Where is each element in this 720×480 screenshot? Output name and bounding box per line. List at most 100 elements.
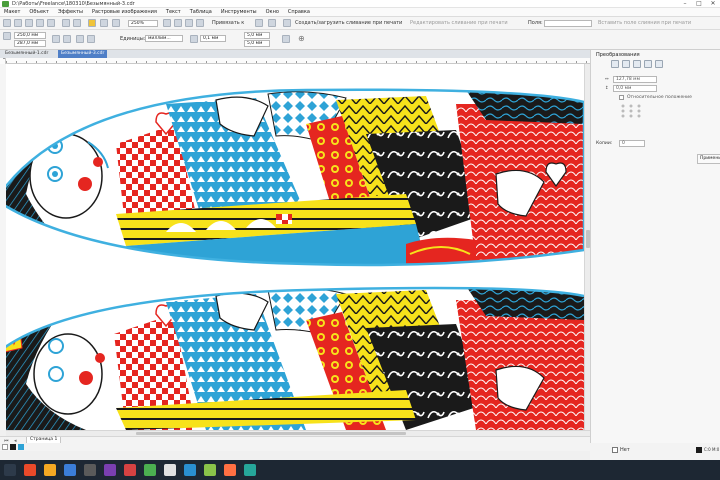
launch-icon[interactable] — [268, 19, 276, 27]
fields-dropdown[interactable] — [544, 20, 592, 27]
tab-document-1[interactable]: Безымянный-1.cdr — [2, 50, 52, 58]
edit-print-merge-button[interactable]: Редактировать сливание при печати — [410, 20, 508, 26]
status-bar: Нет C:0 M:0 — [590, 443, 720, 460]
fill-swatch-icon — [612, 447, 618, 453]
menu-window[interactable]: Окно — [266, 9, 279, 15]
add-icon[interactable]: ⊕ — [298, 35, 306, 43]
skew-icon[interactable] — [655, 60, 663, 68]
color-palette[interactable] — [0, 443, 590, 451]
nudge-distance-field[interactable]: 0,1 мм — [200, 35, 226, 42]
menu-text[interactable]: Текст — [166, 9, 181, 15]
undo-icon[interactable] — [36, 19, 44, 27]
rulers-icon[interactable] — [174, 19, 182, 27]
menu-help[interactable]: Справка — [288, 9, 310, 15]
fill-status: Нет — [620, 447, 630, 453]
rotate-icon[interactable] — [622, 60, 630, 68]
paper-type-icon[interactable] — [3, 32, 11, 40]
copies-field[interactable]: 0 — [619, 140, 645, 147]
surfboard-design-top[interactable] — [6, 84, 584, 274]
taskbar-app-12-icon[interactable] — [244, 464, 256, 476]
print-merge-icon[interactable] — [283, 19, 291, 27]
insert-merge-field-button[interactable]: Вставить поле слияния при печати — [598, 20, 691, 26]
zoom-level-field[interactable]: 250% — [128, 20, 158, 27]
taskbar-app-7-icon[interactable] — [144, 464, 156, 476]
y-position-field[interactable]: 0,0 мм — [613, 85, 657, 92]
taskbar-app-2-icon[interactable] — [44, 464, 56, 476]
landscape-icon[interactable] — [63, 35, 71, 43]
options-icon[interactable] — [255, 19, 263, 27]
surfboard-design-bottom[interactable] — [6, 284, 584, 430]
transform-mode-icons — [611, 60, 663, 69]
taskbar-app-3-icon[interactable] — [64, 464, 76, 476]
start-icon[interactable] — [4, 464, 16, 476]
duplicate-x-field[interactable]: 5,0 мм — [244, 32, 270, 39]
artwork[interactable] — [6, 64, 584, 430]
export-icon[interactable] — [73, 19, 81, 27]
swatch-none[interactable] — [2, 444, 8, 450]
property-bar: 250,0 мм 287,0 мм Единицы: миллим... 0,1… — [0, 30, 720, 50]
taskbar-app-8-icon[interactable] — [164, 464, 176, 476]
minimize-button[interactable]: – — [678, 0, 692, 8]
menu-bitmaps[interactable]: Растровые изображения — [92, 9, 157, 15]
docker-title: Преобразования — [596, 52, 640, 58]
apply-button[interactable]: Применить — [697, 154, 720, 164]
scale-icon[interactable] — [633, 60, 641, 68]
size-icon[interactable] — [644, 60, 652, 68]
anchor-grid[interactable] — [621, 104, 641, 118]
horizontal-scroll-thumb[interactable] — [136, 432, 406, 435]
swatch-black[interactable] — [10, 444, 16, 450]
title-bar: D:\Работы\Freelance\180310\Безымянный-3.… — [0, 0, 720, 8]
units-dropdown[interactable]: миллим... — [145, 35, 183, 42]
taskbar-app-9-icon[interactable] — [184, 464, 196, 476]
position-icon[interactable] — [611, 60, 619, 68]
guidelines-icon[interactable] — [196, 19, 204, 27]
new-document-icon[interactable] — [3, 19, 11, 27]
menu-tools[interactable]: Инструменты — [221, 9, 257, 15]
taskbar-app-5-icon[interactable] — [104, 464, 116, 476]
current-page-icon[interactable] — [87, 35, 95, 43]
relative-position-checkbox[interactable] — [619, 95, 624, 100]
open-icon[interactable] — [14, 19, 22, 27]
duplicate-y-field[interactable]: 5,0 мм — [244, 40, 270, 47]
treat-as-filled-icon[interactable] — [282, 35, 290, 43]
taskbar-app-6-icon[interactable] — [124, 464, 136, 476]
all-pages-icon[interactable] — [76, 35, 84, 43]
outline-status: C:0 M:0 — [704, 447, 720, 452]
grid-icon[interactable] — [185, 19, 193, 27]
menu-table[interactable]: Таблица — [190, 9, 212, 15]
redo-icon[interactable] — [47, 19, 55, 27]
import-icon[interactable] — [62, 19, 70, 27]
taskbar-app-10-icon[interactable] — [204, 464, 216, 476]
app-icon — [2, 1, 9, 7]
full-screen-icon[interactable] — [163, 19, 171, 27]
taskbar-app-1-icon[interactable] — [24, 464, 36, 476]
snap-to-dropdown[interactable]: Привязать к — [212, 20, 244, 26]
maximize-button[interactable]: □ — [692, 0, 706, 8]
os-taskbar — [0, 460, 720, 480]
taskbar-app-11-icon[interactable] — [224, 464, 236, 476]
outline-swatch-icon — [696, 447, 702, 453]
page-height-field[interactable]: 287,0 мм — [14, 40, 46, 47]
copies-label: Копии: — [596, 141, 613, 146]
standard-toolbar: 250% Привязать к Создать/загрузить слива… — [0, 17, 720, 30]
pdf-icon[interactable] — [88, 19, 96, 27]
tab-document-3[interactable]: Безымянный-3.cdr — [58, 50, 108, 58]
transformations-docker: Преобразования ↔ 127,78 мм ↕ 0,0 мм Отно… — [590, 50, 720, 443]
menu-bar: Макет Объект Эффекты Растровые изображен… — [0, 8, 720, 17]
nudge-icon — [190, 35, 198, 43]
menu-effects[interactable]: Эффекты — [58, 9, 83, 15]
menu-layout[interactable]: Макет — [4, 9, 20, 15]
page-width-field[interactable]: 250,0 мм — [14, 32, 46, 39]
menu-object[interactable]: Объект — [29, 9, 49, 15]
app-launcher-icon[interactable] — [100, 19, 108, 27]
x-position-field[interactable]: 127,78 мм — [613, 76, 657, 83]
drawing-canvas[interactable] — [6, 64, 584, 430]
fields-label: Поля: — [528, 20, 543, 26]
portrait-icon[interactable] — [52, 35, 60, 43]
swatch-blue[interactable] — [18, 444, 24, 450]
create-print-merge-button[interactable]: Создать/загрузить сливание при печати — [295, 20, 402, 26]
save-icon[interactable] — [25, 19, 33, 27]
close-button[interactable]: ✕ — [706, 0, 720, 8]
taskbar-app-4-icon[interactable] — [84, 464, 96, 476]
welcome-screen-icon[interactable] — [112, 19, 120, 27]
